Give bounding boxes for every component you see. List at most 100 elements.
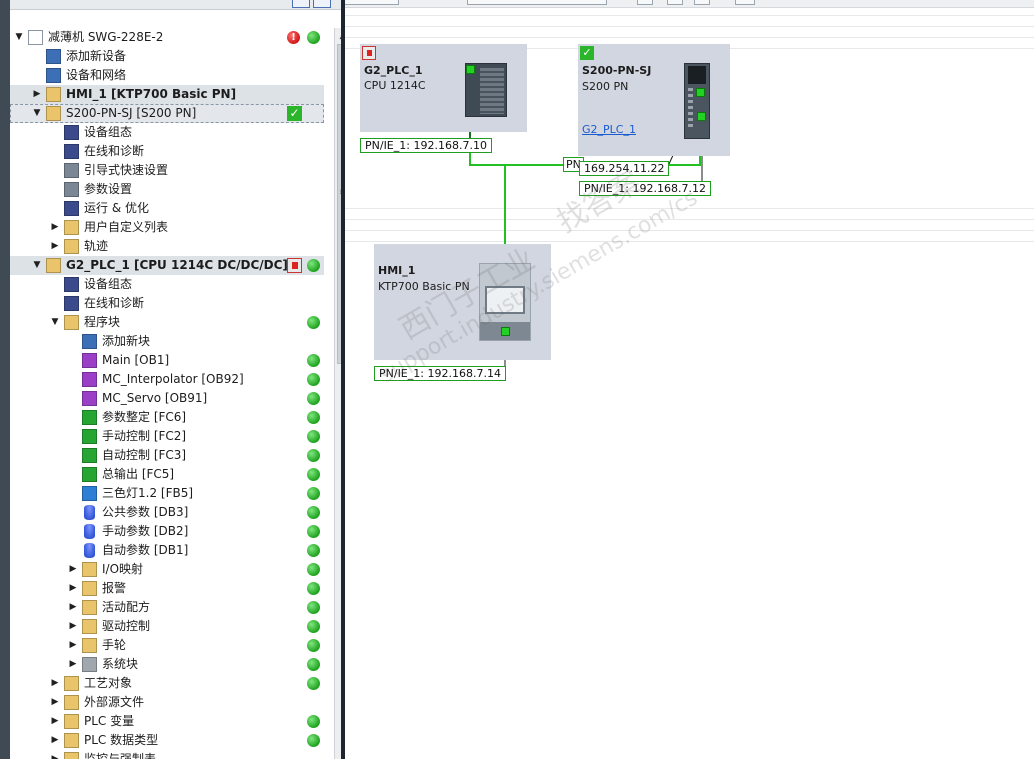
tree-item[interactable]: MC_Servo [OB91]	[10, 389, 324, 408]
tree-item[interactable]: 设备和网络	[10, 66, 324, 85]
expand-arrow-icon[interactable]: ▶	[50, 693, 60, 712]
tree-item[interactable]: 总输出 [FC5]	[10, 465, 324, 484]
trace-icon	[64, 239, 79, 254]
tree-item[interactable]: MC_Interpolator [OB92]	[10, 370, 324, 389]
tree-item[interactable]: 公共参数 [DB3]	[10, 503, 324, 522]
tree-item[interactable]: ▶ HMI_1 [KTP700 Basic PN]	[10, 85, 324, 104]
db-block-icon	[84, 524, 95, 539]
tree-item[interactable]: 手动控制 [FC2]	[10, 427, 324, 446]
drive-online-ip-label[interactable]: 169.254.11.22	[579, 161, 670, 176]
collapse-arrow-icon[interactable]: ▼	[50, 313, 60, 332]
tree-item[interactable]: ▶ 手轮	[10, 636, 324, 655]
status-ok-icon	[307, 734, 320, 747]
expand-arrow-icon[interactable]: ▶	[68, 579, 78, 598]
status-ok-icon	[307, 392, 320, 405]
tree-item[interactable]: 运行 & 优化	[10, 199, 324, 218]
drive-io-controller-link[interactable]: G2_PLC_1	[582, 123, 636, 136]
group-folder-icon	[82, 619, 97, 634]
collapse-arrow-icon[interactable]: ▼	[14, 28, 24, 47]
tree-item[interactable]: ▶ 监控与强制表	[10, 750, 324, 759]
tree-item[interactable]: ▶ 外部源文件	[10, 693, 324, 712]
status-ok-icon	[307, 582, 320, 595]
expand-arrow-icon[interactable]: ▶	[68, 560, 78, 579]
plc-port[interactable]	[466, 65, 475, 74]
program-blocks-icon	[64, 315, 79, 330]
expand-arrow-icon[interactable]: ▶	[32, 85, 42, 104]
options-button[interactable]	[313, 0, 331, 8]
tree-item[interactable]: ▶ 用户自定义列表	[10, 218, 324, 237]
tree-item[interactable]: 添加新块	[10, 332, 324, 351]
tree-item[interactable]: ▼ 程序块	[10, 313, 324, 332]
tree-item[interactable]: 在线和诊断	[10, 142, 324, 161]
plc-ip-label[interactable]: PN/IE_1: 192.168.7.10	[360, 138, 492, 153]
status-ok-icon	[307, 544, 320, 557]
view-toggle-button[interactable]	[292, 0, 310, 8]
tree-item[interactable]: Main [OB1]	[10, 351, 324, 370]
tree-item[interactable]: 自动控制 [FC3]	[10, 446, 324, 465]
tree-scrollbar[interactable]: ▲	[334, 28, 341, 759]
drive-port-1[interactable]	[696, 88, 705, 97]
expand-arrow-icon[interactable]: ▶	[50, 712, 60, 731]
tree-item[interactable]: ▶ I/O映射	[10, 560, 324, 579]
tree-item[interactable]: 手动参数 [DB2]	[10, 522, 324, 541]
tree-item-label: 手动参数 [DB2]	[102, 524, 189, 538]
expand-arrow-icon[interactable]: ▶	[68, 617, 78, 636]
expand-arrow-icon[interactable]: ▶	[50, 674, 60, 693]
plc-device[interactable]: G2_PLC_1 CPU 1214C	[360, 44, 527, 132]
status-ok-icon	[307, 487, 320, 500]
tree-item[interactable]: ▶ 报警	[10, 579, 324, 598]
tree-item[interactable]: ▶ 驱动控制	[10, 617, 324, 636]
tree-item-label: 报警	[102, 581, 127, 595]
tree-item[interactable]: 参数整定 [FC6]	[10, 408, 324, 427]
tree-item-label: Main [OB1]	[102, 353, 170, 367]
plc-type: CPU 1214C	[364, 79, 426, 92]
tree-item[interactable]: 参数设置	[10, 180, 324, 199]
tree-item-label: 设备组态	[84, 277, 133, 291]
status-ok-icon	[307, 373, 320, 386]
tree-item[interactable]: 在线和诊断	[10, 294, 324, 313]
tree-item[interactable]: 引导式快速设置	[10, 161, 324, 180]
expand-arrow-icon[interactable]: ▶	[50, 750, 60, 759]
plc-name: G2_PLC_1	[364, 64, 423, 77]
tree-item[interactable]: ▶ PLC 数据类型	[10, 731, 324, 750]
external-source-icon	[64, 695, 79, 710]
tree-item[interactable]: 三色灯1.2 [FB5]	[10, 484, 324, 503]
tree-item-label: 工艺对象	[84, 676, 133, 690]
tree-item-label: 添加新块	[102, 334, 151, 348]
tree-item[interactable]: ▼ 减薄机 SWG-228E-2!	[10, 28, 324, 47]
collapse-arrow-icon[interactable]: ▼	[32, 256, 42, 275]
tree-item[interactable]: 添加新设备	[10, 47, 324, 66]
hmi-port[interactable]	[501, 327, 510, 336]
drive-port-2[interactable]	[697, 112, 706, 121]
devices-networks-icon	[46, 68, 61, 83]
collapse-arrow-icon[interactable]: ▼	[32, 104, 42, 123]
expand-arrow-icon[interactable]: ▶	[68, 636, 78, 655]
tree-item[interactable]: ▶ 活动配方	[10, 598, 324, 617]
expand-arrow-icon[interactable]: ▶	[50, 731, 60, 750]
status-ok-icon	[307, 563, 320, 576]
tree-item[interactable]: 自动参数 [DB1]	[10, 541, 324, 560]
tree-item[interactable]: ▶ 系统块	[10, 655, 324, 674]
drive-module-image	[684, 63, 710, 139]
tree-item[interactable]: 设备组态	[10, 275, 324, 294]
hmi-type: KTP700 Basic PN	[378, 280, 470, 293]
drive-device[interactable]: ✓ S200-PN-SJ S200 PN G2_PLC_1	[578, 44, 730, 156]
drive-ip-label[interactable]: PN/IE_1: 192.168.7.12	[579, 181, 711, 196]
watch-force-icon	[64, 752, 79, 759]
hmi-device[interactable]: HMI_1 KTP700 Basic PN	[374, 244, 551, 360]
expand-arrow-icon[interactable]: ▶	[50, 218, 60, 237]
expand-arrow-icon[interactable]: ▶	[68, 598, 78, 617]
tree-item[interactable]: ▼ G2_PLC_1 [CPU 1214C DC/DC/DC]	[10, 256, 324, 275]
tree-item[interactable]: 设备组态	[10, 123, 324, 142]
db-block-icon	[84, 505, 95, 520]
tree-item[interactable]: ▶ PLC 变量	[10, 712, 324, 731]
expand-arrow-icon[interactable]: ▶	[68, 655, 78, 674]
tree-item[interactable]: ▼ S200-PN-SJ [S200 PN] ✓	[10, 104, 324, 123]
expand-arrow-icon[interactable]: ▶	[50, 237, 60, 256]
status-ok-icon	[307, 658, 320, 671]
hmi-ip-label[interactable]: PN/IE_1: 192.168.7.14	[374, 366, 506, 381]
tree-item[interactable]: ▶ 轨迹	[10, 237, 324, 256]
tree-item[interactable]: ▶ 工艺对象	[10, 674, 324, 693]
tree-item-label: MC_Servo [OB91]	[102, 391, 208, 405]
tree-item-label: 驱动控制	[102, 619, 151, 633]
